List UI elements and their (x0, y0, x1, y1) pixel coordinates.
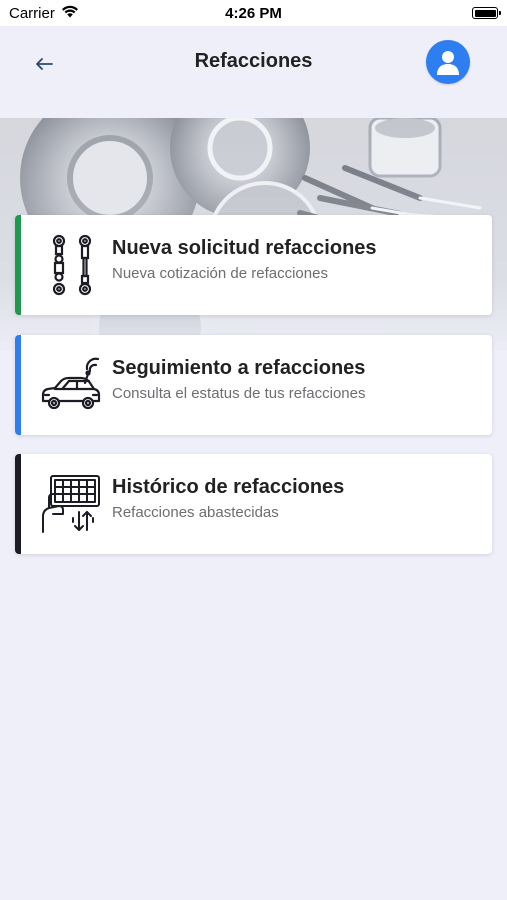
card-subtitle: Nueva cotización de refacciones (112, 265, 328, 282)
suspension-links-icon (39, 233, 103, 297)
wifi-icon (61, 5, 79, 22)
card-accent (15, 335, 21, 435)
card-nueva-solicitud[interactable]: Nueva solicitud refacciones Nueva cotiza… (15, 215, 492, 315)
carrier-label: Carrier (9, 4, 55, 22)
card-accent (15, 215, 21, 315)
card-title: Seguimiento a refacciones (112, 357, 366, 379)
card-subtitle: Refacciones abastecidas (112, 504, 279, 521)
card-title: Nueva solicitud refacciones (112, 237, 377, 259)
card-subtitle: Consulta el estatus de tus refacciones (112, 385, 366, 402)
history-grid-icon (39, 472, 103, 536)
battery-icon (472, 7, 501, 19)
nav-bar: Refacciones (0, 26, 507, 118)
user-icon (437, 51, 459, 75)
connected-car-icon (39, 353, 103, 417)
status-bar: Carrier 4:26 PM (0, 0, 507, 26)
card-accent (15, 454, 21, 554)
status-left: Carrier (9, 5, 79, 22)
card-title: Histórico de refacciones (112, 476, 345, 498)
card-historico[interactable]: Histórico de refacciones Refacciones aba… (15, 454, 492, 554)
card-seguimiento[interactable]: Seguimiento a refacciones Consulta el es… (15, 335, 492, 435)
profile-avatar-button[interactable] (426, 40, 470, 84)
